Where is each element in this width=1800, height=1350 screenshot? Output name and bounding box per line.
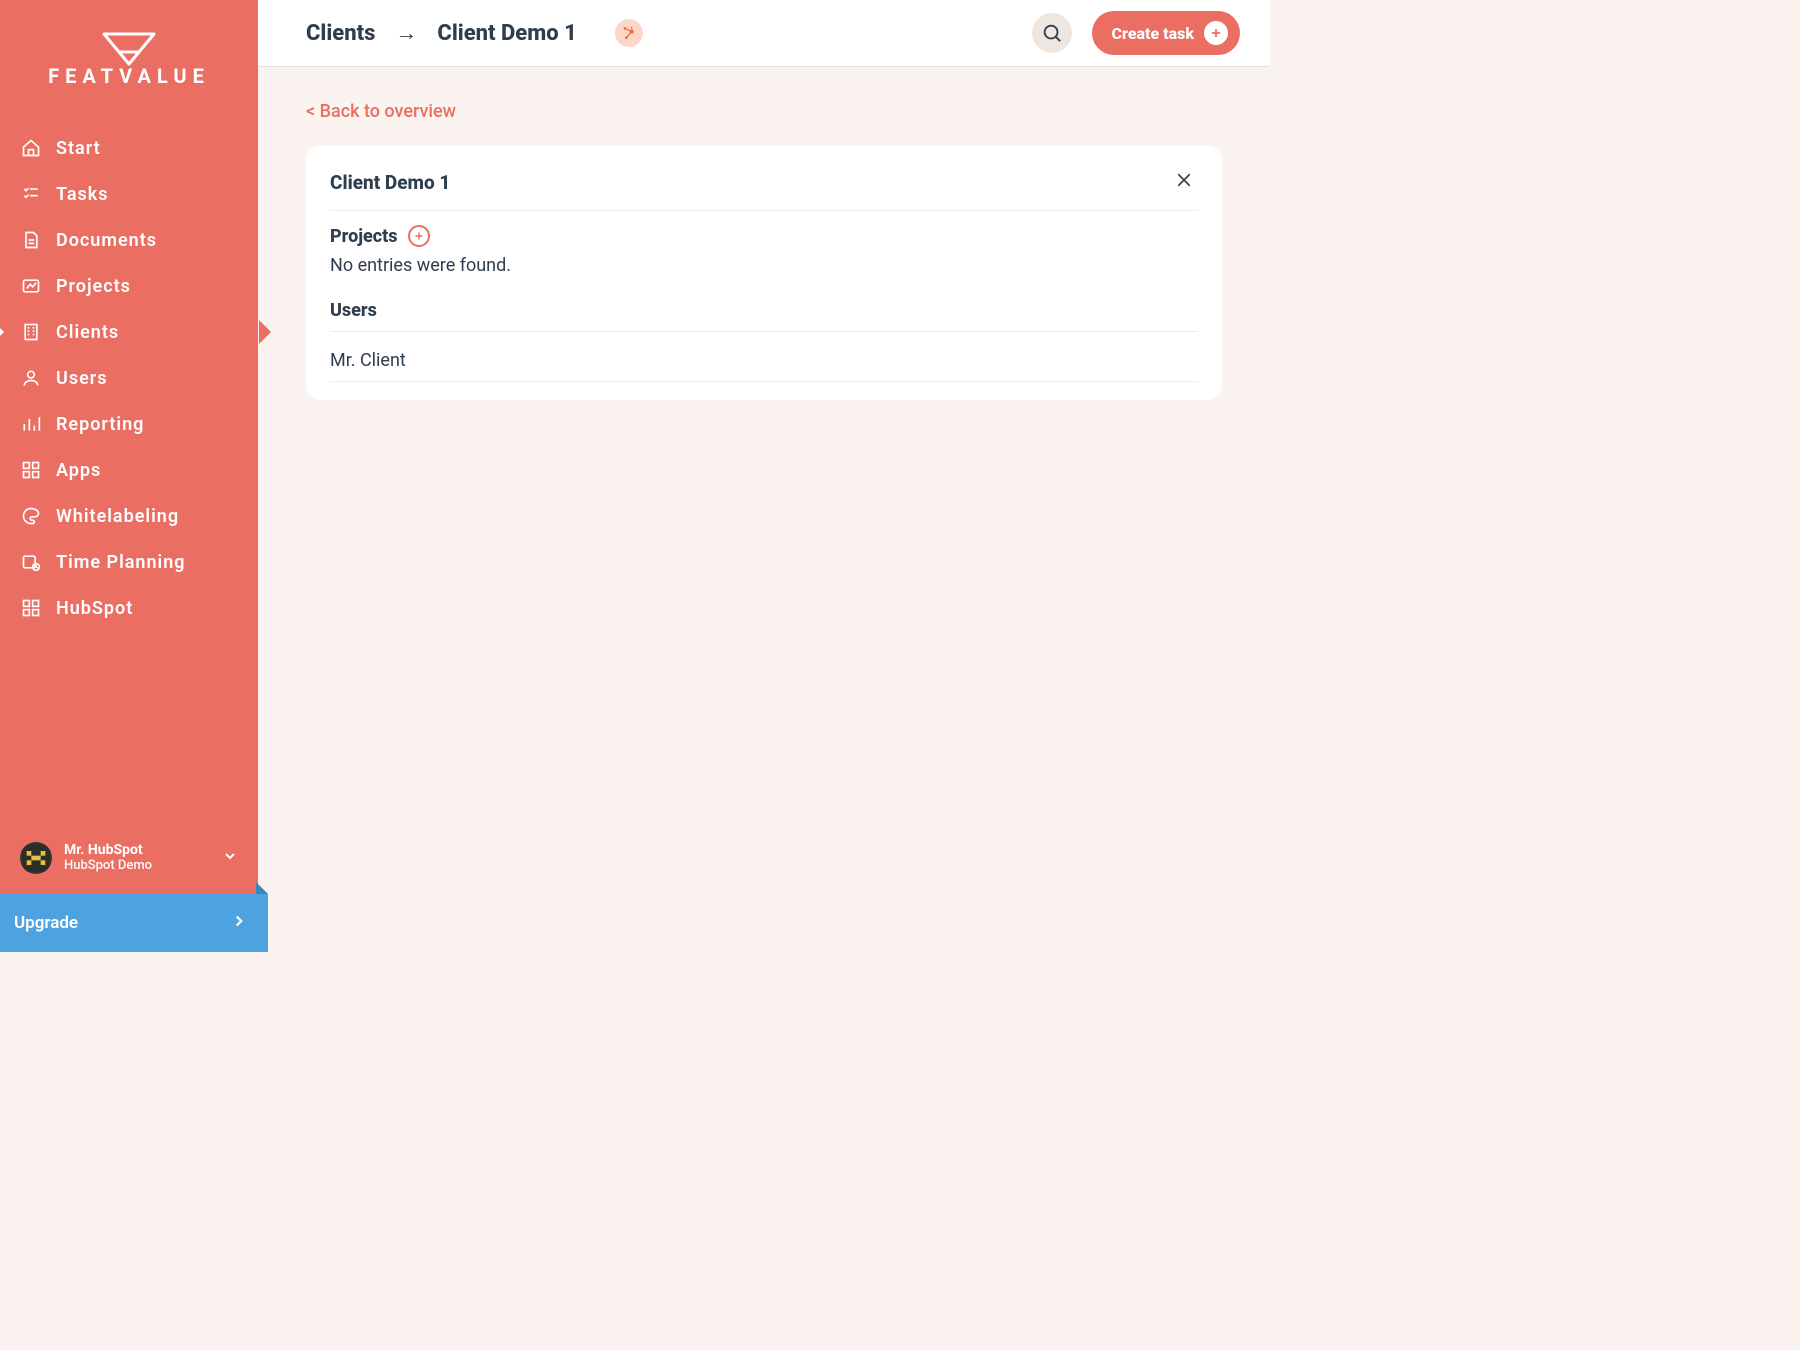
home-icon [20, 137, 42, 159]
sidebar-item-label: Time Planning [56, 552, 186, 573]
projects-icon [20, 275, 42, 297]
card-title: Client Demo 1 [330, 171, 450, 194]
main-content: < Back to overview Client Demo 1 Project… [258, 67, 1270, 952]
sidebar-nav: Start Tasks Documents Projects Cl [0, 115, 258, 826]
checklist-icon [20, 183, 42, 205]
sidebar-item-documents[interactable]: Documents [0, 217, 258, 263]
grid-icon [20, 597, 42, 619]
header: Clients → Client Demo 1 Create task [258, 0, 1270, 67]
building-icon [20, 321, 42, 343]
sidebar-item-label: Users [56, 368, 108, 389]
sidebar-item-clients[interactable]: Clients [0, 309, 258, 355]
user-row-name: Mr. Client [330, 350, 406, 371]
breadcrumb-current: Client Demo 1 [437, 21, 576, 46]
user-menu[interactable]: Mr. HubSpot HubSpot Demo [0, 826, 258, 894]
breadcrumb: Clients → Client Demo 1 [306, 19, 643, 47]
create-task-label: Create task [1112, 24, 1194, 43]
sidebar-item-label: Projects [56, 276, 131, 297]
plus-icon [413, 230, 425, 242]
sidebar: FEATVALUE Start Tasks Documents P [0, 0, 258, 952]
sidebar-item-label: Apps [56, 460, 101, 481]
user-meta: Mr. HubSpot HubSpot Demo [64, 842, 152, 874]
sidebar-item-apps[interactable]: Apps [0, 447, 258, 493]
sidebar-item-start[interactable]: Start [0, 125, 258, 171]
users-section: Users Mr. Client [330, 286, 1198, 392]
brand-logo[interactable]: FEATVALUE [0, 0, 258, 115]
add-project-button[interactable] [408, 225, 430, 247]
arrow-right-icon: → [395, 20, 417, 46]
sidebar-item-projects[interactable]: Projects [0, 263, 258, 309]
chart-icon [20, 413, 42, 435]
chevron-down-icon [222, 848, 238, 868]
palette-icon [20, 505, 42, 527]
back-link[interactable]: < Back to overview [306, 101, 456, 122]
sidebar-item-label: Whitelabeling [56, 506, 179, 527]
document-icon [20, 229, 42, 251]
plus-icon [1204, 21, 1228, 45]
projects-empty-text: No entries were found. [330, 255, 1198, 276]
user-row[interactable]: Mr. Client [330, 340, 1198, 382]
search-icon [1041, 22, 1063, 44]
upgrade-button[interactable]: Upgrade [0, 894, 268, 952]
sidebar-item-tasks[interactable]: Tasks [0, 171, 258, 217]
user-name: Mr. HubSpot [64, 842, 152, 859]
create-task-button[interactable]: Create task [1092, 11, 1240, 55]
user-icon [20, 367, 42, 389]
sidebar-item-label: Clients [56, 322, 119, 343]
sidebar-item-hubspot[interactable]: HubSpot [0, 585, 258, 631]
breadcrumb-root[interactable]: Clients [306, 21, 375, 46]
projects-label: Projects [330, 226, 398, 247]
sidebar-item-label: HubSpot [56, 598, 133, 619]
chevron-right-icon [230, 912, 248, 935]
sidebar-item-label: Documents [56, 230, 157, 251]
sidebar-item-whitelabeling[interactable]: Whitelabeling [0, 493, 258, 539]
active-indicator-icon [0, 324, 4, 340]
sidebar-item-users[interactable]: Users [0, 355, 258, 401]
users-label: Users [330, 300, 377, 321]
close-icon [1174, 170, 1194, 190]
projects-section: Projects No entries were found. [330, 211, 1198, 286]
grid-icon [20, 459, 42, 481]
search-button[interactable] [1032, 13, 1072, 53]
user-subtitle: HubSpot Demo [64, 858, 152, 874]
sidebar-item-label: Start [56, 138, 101, 159]
sidebar-item-reporting[interactable]: Reporting [0, 401, 258, 447]
hubspot-icon[interactable] [615, 19, 643, 47]
card-header: Client Demo 1 [330, 166, 1198, 211]
sidebar-item-label: Tasks [56, 184, 109, 205]
sidebar-item-label: Reporting [56, 414, 144, 435]
brand-text: FEATVALUE [48, 64, 210, 88]
sidebar-item-time-planning[interactable]: Time Planning [0, 539, 258, 585]
avatar [20, 842, 52, 874]
close-button[interactable] [1170, 166, 1198, 198]
calendar-clock-icon [20, 551, 42, 573]
upgrade-label: Upgrade [14, 913, 78, 933]
client-card: Client Demo 1 Projects No entries were f… [306, 146, 1222, 400]
